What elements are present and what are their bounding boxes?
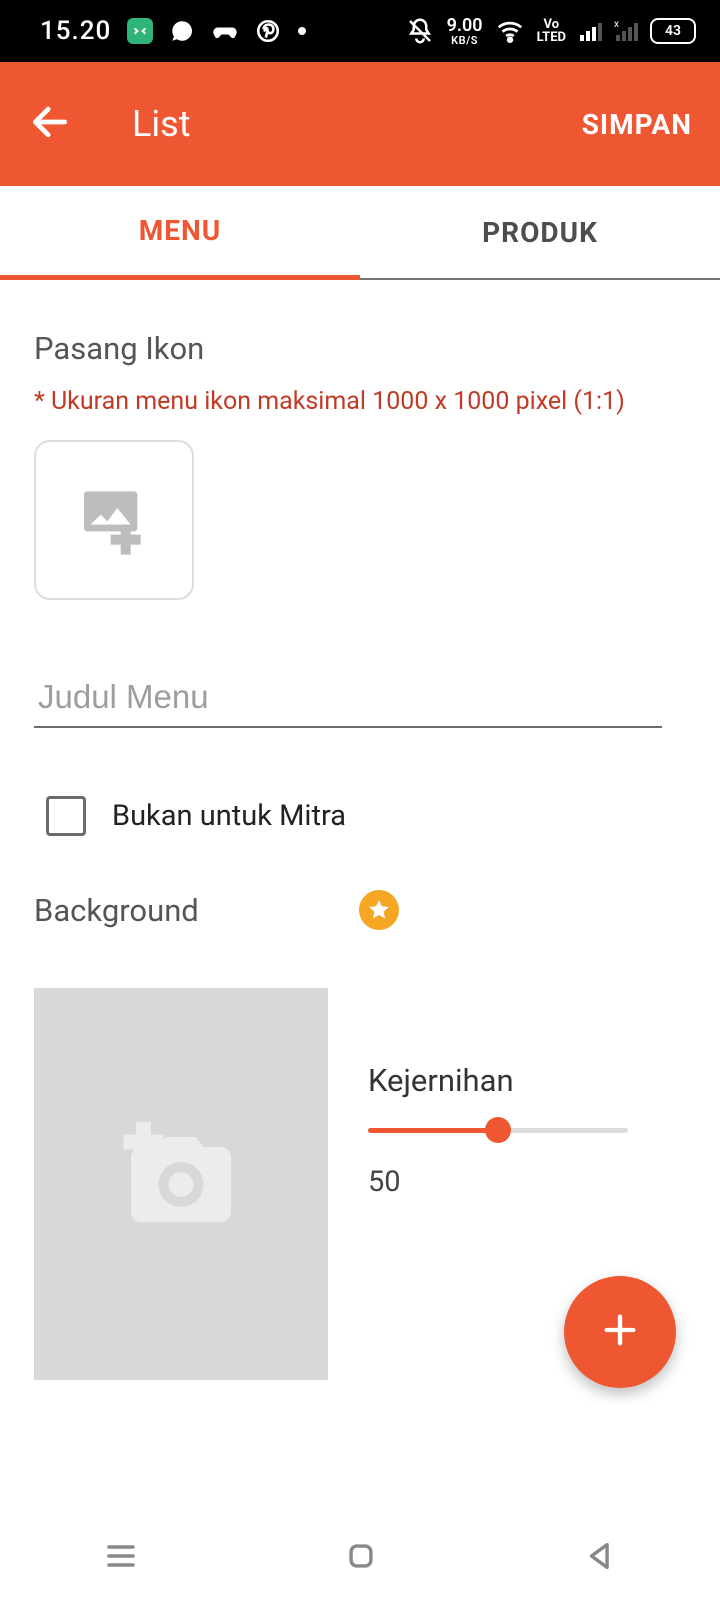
tabs: MENU PRODUK	[0, 186, 720, 280]
fab-add-button[interactable]	[564, 1276, 676, 1388]
background-upload-box[interactable]	[34, 988, 328, 1380]
app-badge-icon	[127, 18, 153, 44]
save-button[interactable]: SIMPAN	[582, 108, 692, 141]
pinterest-icon	[255, 18, 281, 44]
menu-title-input[interactable]	[34, 670, 662, 728]
system-back-button[interactable]	[583, 1539, 617, 1577]
status-right: 9.00 KB/S Vo LTED x 43	[405, 16, 696, 46]
clarity-slider-col: Kejernihan 50	[368, 988, 686, 1199]
recent-apps-button[interactable]	[103, 1538, 139, 1578]
plus-icon	[600, 1310, 640, 1354]
app-bar: List SIMPAN	[0, 62, 720, 186]
background-title: Background	[34, 892, 199, 929]
bukan-mitra-label: Bukan untuk Mitra	[112, 799, 346, 833]
background-row: Background	[34, 890, 686, 930]
premium-star-badge[interactable]	[359, 890, 399, 930]
status-bar: 15.20 9.00 KB/S Vo LTED	[0, 0, 720, 62]
chat-bubble-icon	[169, 18, 195, 44]
volte-bot-text: LTED	[537, 31, 566, 44]
volte-icon: Vo LTED	[537, 18, 566, 44]
battery-icon: 43	[650, 18, 696, 44]
status-left: 15.20	[40, 16, 307, 46]
signal-2-icon: x	[614, 19, 638, 43]
gamepad-icon	[211, 17, 239, 45]
add-photo-icon	[121, 1122, 241, 1246]
clarity-slider[interactable]	[368, 1125, 628, 1135]
net-speed-unit: KB/S	[451, 35, 478, 46]
bukan-mitra-row[interactable]: Bukan untuk Mitra	[34, 796, 686, 836]
page-title: List	[132, 103, 191, 145]
signal-1-icon	[578, 19, 602, 43]
battery-value: 43	[665, 23, 681, 39]
add-image-icon	[74, 478, 154, 562]
svg-text:x: x	[614, 19, 619, 30]
checkbox-icon[interactable]	[46, 796, 86, 836]
clarity-label: Kejernihan	[368, 1062, 686, 1099]
home-button[interactable]	[344, 1539, 378, 1577]
system-navbar	[0, 1516, 720, 1600]
net-speed-value: 9.00	[447, 17, 483, 35]
dot-icon	[297, 26, 307, 36]
tab-produk[interactable]: PRODUK	[360, 186, 720, 278]
wifi-icon	[495, 16, 525, 46]
back-button[interactable]	[28, 100, 72, 148]
icon-upload-box[interactable]	[34, 440, 194, 600]
section-pasang-ikon-title: Pasang Ikon	[34, 330, 686, 367]
status-time: 15.20	[40, 16, 111, 46]
mute-icon	[405, 16, 435, 46]
slider-thumb-icon[interactable]	[485, 1117, 511, 1143]
net-speed-icon: 9.00 KB/S	[447, 17, 483, 46]
content: Pasang Ikon * Ukuran menu ikon maksimal …	[0, 280, 720, 1380]
tab-menu[interactable]: MENU	[0, 186, 360, 280]
clarity-value: 50	[368, 1165, 686, 1199]
icon-size-hint: * Ukuran menu ikon maksimal 1000 x 1000 …	[34, 387, 686, 416]
